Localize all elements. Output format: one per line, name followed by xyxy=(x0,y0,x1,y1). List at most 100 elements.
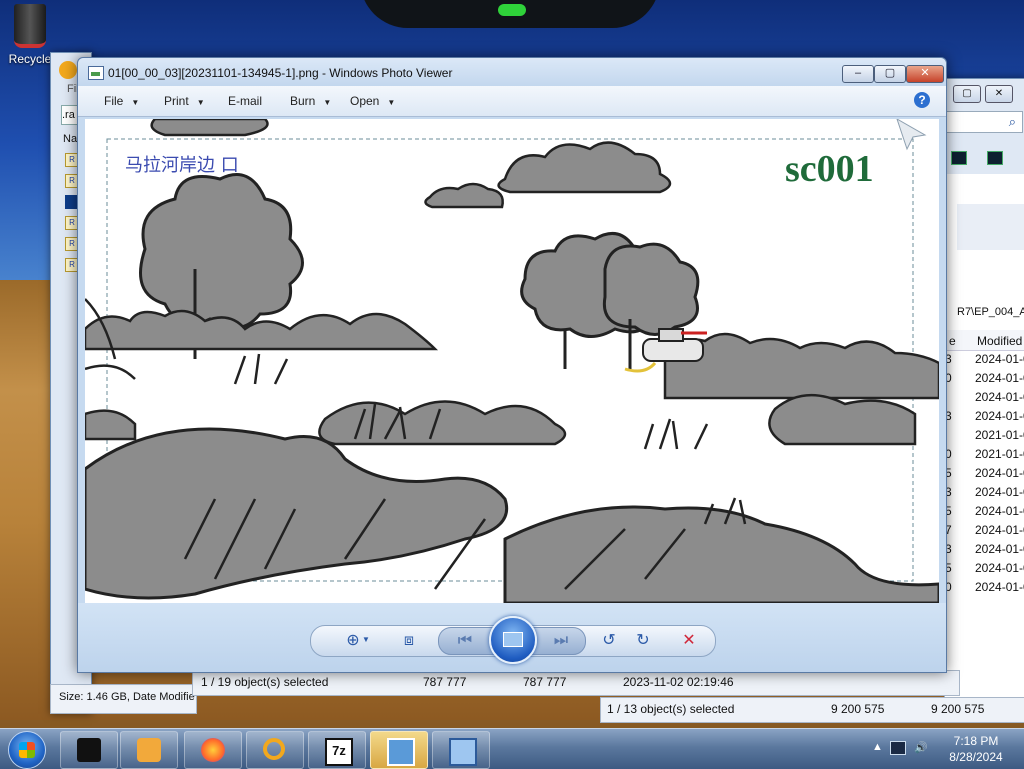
modified-date: 2024-01-0 xyxy=(975,523,1024,537)
title-bar[interactable]: 01[00_00_03][20231101-134945-1].png - Wi… xyxy=(78,58,946,86)
size-info-text: Size: 1.46 GB, Date Modifie xyxy=(59,691,195,703)
close-button[interactable]: ✕ xyxy=(906,65,944,83)
menu-email-label: E-mail xyxy=(228,94,263,108)
column-header-row: e Modified xyxy=(947,330,1024,351)
recycle-bin-icon xyxy=(14,4,46,48)
image-display[interactable]: 马拉河岸边 口 sc001 xyxy=(85,119,939,603)
explorer-window-right-top[interactable]: ▢ ✕ ⌕ xyxy=(944,78,1024,176)
clock-time: 7:18 PM xyxy=(953,734,999,748)
modified-date: 2024-01-0 xyxy=(975,409,1024,423)
modified-date: 2024-01-0 xyxy=(975,352,1024,366)
minimize-button[interactable]: – xyxy=(842,65,874,83)
delete-icon[interactable]: ✕ xyxy=(676,632,702,650)
taskbar-app-search[interactable] xyxy=(246,731,304,769)
photo-viewer-window[interactable]: 01[00_00_03][20231101-134945-1].png - Wi… xyxy=(77,57,947,673)
notepad-icon xyxy=(387,738,415,766)
file-size: 787 777 xyxy=(523,675,567,689)
menu-email[interactable]: E-mail xyxy=(228,94,262,108)
modified-date: 2024-01-0 xyxy=(975,542,1024,556)
recycle-bin-shortcut[interactable]: Recycle xyxy=(4,4,56,66)
start-button[interactable] xyxy=(8,731,46,769)
slideshow-button[interactable] xyxy=(489,616,537,664)
file-size: 9 200 575 xyxy=(931,702,985,716)
chevron-down-icon: ▼ xyxy=(323,98,332,107)
terminal-icon xyxy=(77,738,101,762)
search-fragment: .ra xyxy=(62,109,75,121)
photo-viewer-app-icon xyxy=(88,66,104,80)
menu-file[interactable]: File ▼ xyxy=(104,94,139,108)
chevron-down-icon: ▼ xyxy=(131,98,140,107)
clock[interactable]: 7:18 PM 8/28/2024 xyxy=(936,733,1016,765)
menu-burn[interactable]: Burn ▼ xyxy=(290,94,331,108)
clock-date: 8/28/2024 xyxy=(949,750,1003,764)
media-player-icon xyxy=(137,738,161,762)
search-field[interactable]: ⌕ xyxy=(945,111,1023,133)
explorer-file-list[interactable]: R7\EP_004_A e Modified 32024-01-002024-0… xyxy=(944,174,1024,704)
taskbar-app-photo-viewer[interactable] xyxy=(432,731,490,769)
modified-date: 2024-01-0 xyxy=(975,466,1024,480)
menu-file-label: File xyxy=(104,94,124,108)
next-icon[interactable]: ⏭ xyxy=(548,632,574,650)
recycle-bin-label: Recycle xyxy=(8,52,52,66)
selection-count: 1 / 13 object(s) selected xyxy=(607,702,735,716)
modified-column-header[interactable]: Modified xyxy=(977,334,1022,348)
photo-viewer-icon xyxy=(449,738,477,766)
taskbar-app-notepad[interactable] xyxy=(370,731,428,769)
explorer-toolbar xyxy=(957,204,1024,250)
view-icon[interactable] xyxy=(951,151,967,165)
rotate-counterclockwise-icon[interactable]: ↺ xyxy=(596,632,622,650)
tray-expand-icon[interactable]: ▲ xyxy=(872,741,883,753)
menu-open-label: Open xyxy=(350,94,380,108)
menu-print[interactable]: Print ▼ xyxy=(164,94,205,108)
file-date: 2023-11-02 02:19:46 xyxy=(623,675,734,689)
zoom-chevron-icon[interactable]: ▼ xyxy=(362,635,370,644)
menu-print-label: Print xyxy=(164,94,189,108)
menu-open[interactable]: Open ▼ xyxy=(350,94,395,108)
menu-burn-label: Burn xyxy=(290,94,316,108)
modified-date: 2024-01-0 xyxy=(975,580,1024,594)
selection-count: 1 / 19 object(s) selected xyxy=(201,675,329,689)
file-size: 9 200 575 xyxy=(831,702,885,716)
modified-date: 2024-01-0 xyxy=(975,485,1024,499)
close-button[interactable]: ✕ xyxy=(985,85,1013,103)
storyboard-caption: 马拉河岸边 口 xyxy=(125,155,239,176)
modified-date: 2024-01-0 xyxy=(975,504,1024,518)
search-icon xyxy=(59,61,77,79)
taskbar-app-media[interactable] xyxy=(120,731,178,769)
status-bar-2: 1 / 13 object(s) selected 9 200 575 9 20… xyxy=(600,697,1024,723)
maximize-button[interactable]: ▢ xyxy=(874,65,906,83)
status-bar-1: 1 / 19 object(s) selected 787 777 787 77… xyxy=(192,670,960,696)
window-title: 01[00_00_03][20231101-134945-1].png - Wi… xyxy=(108,66,453,80)
slideshow-icon xyxy=(503,632,523,647)
firefox-icon xyxy=(201,738,225,762)
modified-date: 2021-01-0 xyxy=(975,447,1024,461)
explorer-left-status: Size: 1.46 GB, Date Modifie xyxy=(50,684,197,714)
search-icon: ⌕ xyxy=(1008,114,1016,129)
fit-window-icon[interactable]: ⧈ xyxy=(396,632,422,650)
column-header-fragment: e xyxy=(949,334,956,348)
modified-date: 2024-01-0 xyxy=(975,371,1024,385)
taskbar-app-7zip[interactable]: 7z xyxy=(308,731,366,769)
taskbar-app-firefox[interactable] xyxy=(184,731,242,769)
maximize-button[interactable]: ▢ xyxy=(953,85,981,103)
file-size: 787 777 xyxy=(423,675,467,689)
network-icon[interactable] xyxy=(890,741,906,755)
taskbar: 7z ▲ 🔊 7:18 PM 8/28/2024 xyxy=(0,728,1024,769)
help-icon[interactable]: ? xyxy=(914,92,930,108)
menu-bar: File ▼ Print ▼ E-mail Burn ▼ Open ▼ ? xyxy=(78,86,946,117)
viewer-controls: ⊕ ▼ ⧈ ⏮ ⏭ ↺ ↻ ✕ xyxy=(78,603,946,672)
path-fragment: R7\EP_004_A xyxy=(957,306,1024,318)
storyboard-image: 马拉河岸边 口 sc001 xyxy=(85,119,939,603)
gadget-indicator-icon xyxy=(498,4,526,16)
chevron-down-icon: ▼ xyxy=(387,98,396,107)
scene-code: sc001 xyxy=(785,148,874,190)
preview-icon[interactable] xyxy=(987,151,1003,165)
seven-zip-icon: 7z xyxy=(325,738,353,766)
search-icon xyxy=(263,738,285,760)
modified-date: 2024-01-0 xyxy=(975,561,1024,575)
taskbar-app-terminal[interactable] xyxy=(60,731,118,769)
rotate-clockwise-icon[interactable]: ↻ xyxy=(630,632,656,650)
previous-icon[interactable]: ⏮ xyxy=(452,632,478,650)
modified-date: 2024-01-0 xyxy=(975,390,1024,404)
volume-icon[interactable]: 🔊 xyxy=(914,741,928,754)
